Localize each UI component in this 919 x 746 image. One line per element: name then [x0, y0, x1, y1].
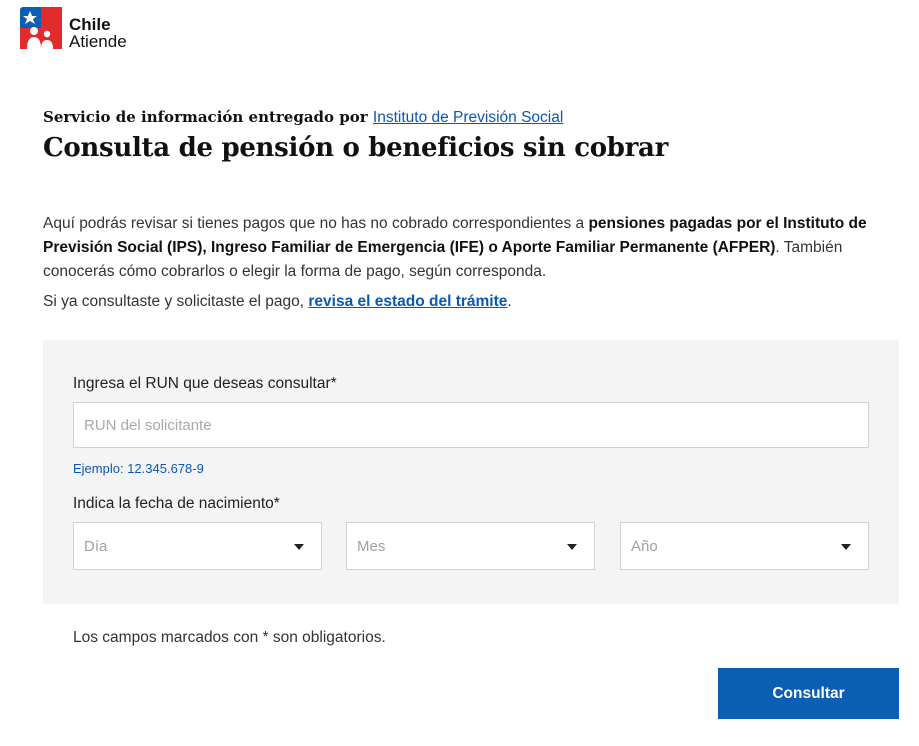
provider-prefix: Servicio de información entregado por: [43, 108, 368, 126]
day-select-value: Día: [84, 537, 108, 555]
run-hint: Ejemplo: 12.345.678-9: [73, 461, 204, 476]
page-title: Consulta de pensión o beneficios sin cob…: [43, 133, 669, 163]
year-select-value: Año: [631, 537, 658, 555]
chile-atiende-logo[interactable]: Chile Atiende: [20, 7, 127, 50]
chevron-down-icon: [294, 544, 304, 550]
month-select-value: Mes: [357, 537, 386, 555]
brand-line-2: Atiende: [69, 32, 127, 51]
year-select[interactable]: Año: [620, 522, 869, 570]
brand-line-1: Chile: [69, 15, 111, 34]
status-text-b: .: [507, 293, 512, 310]
consultar-button[interactable]: Consultar: [718, 668, 899, 719]
chevron-down-icon: [841, 544, 851, 550]
status-text-a: Si ya consultaste y solicitaste el pago,: [43, 293, 309, 310]
chile-flag-family-icon: [20, 7, 62, 49]
chevron-down-icon: [567, 544, 577, 550]
check-status-link[interactable]: revisa el estado del trámite: [308, 293, 507, 310]
run-input[interactable]: [73, 402, 869, 448]
provider-link[interactable]: Instituto de Previsión Social: [373, 109, 563, 126]
intro-text-a: Aquí podrás revisar si tienes pagos que …: [43, 215, 589, 232]
intro-paragraph: Aquí podrás revisar si tienes pagos que …: [43, 212, 893, 284]
dob-label: Indica la fecha de nacimiento*: [73, 495, 280, 512]
run-label: Ingresa el RUN que deseas consultar*: [73, 375, 337, 392]
day-select[interactable]: Día: [73, 522, 322, 570]
status-paragraph: Si ya consultaste y solicitaste el pago,…: [43, 293, 512, 311]
month-select[interactable]: Mes: [346, 522, 595, 570]
query-form: Ingresa el RUN que deseas consultar* Eje…: [43, 340, 899, 604]
required-fields-note: Los campos marcados con * son obligatori…: [73, 629, 386, 646]
provider-line: Servicio de información entregado por In…: [43, 108, 668, 127]
